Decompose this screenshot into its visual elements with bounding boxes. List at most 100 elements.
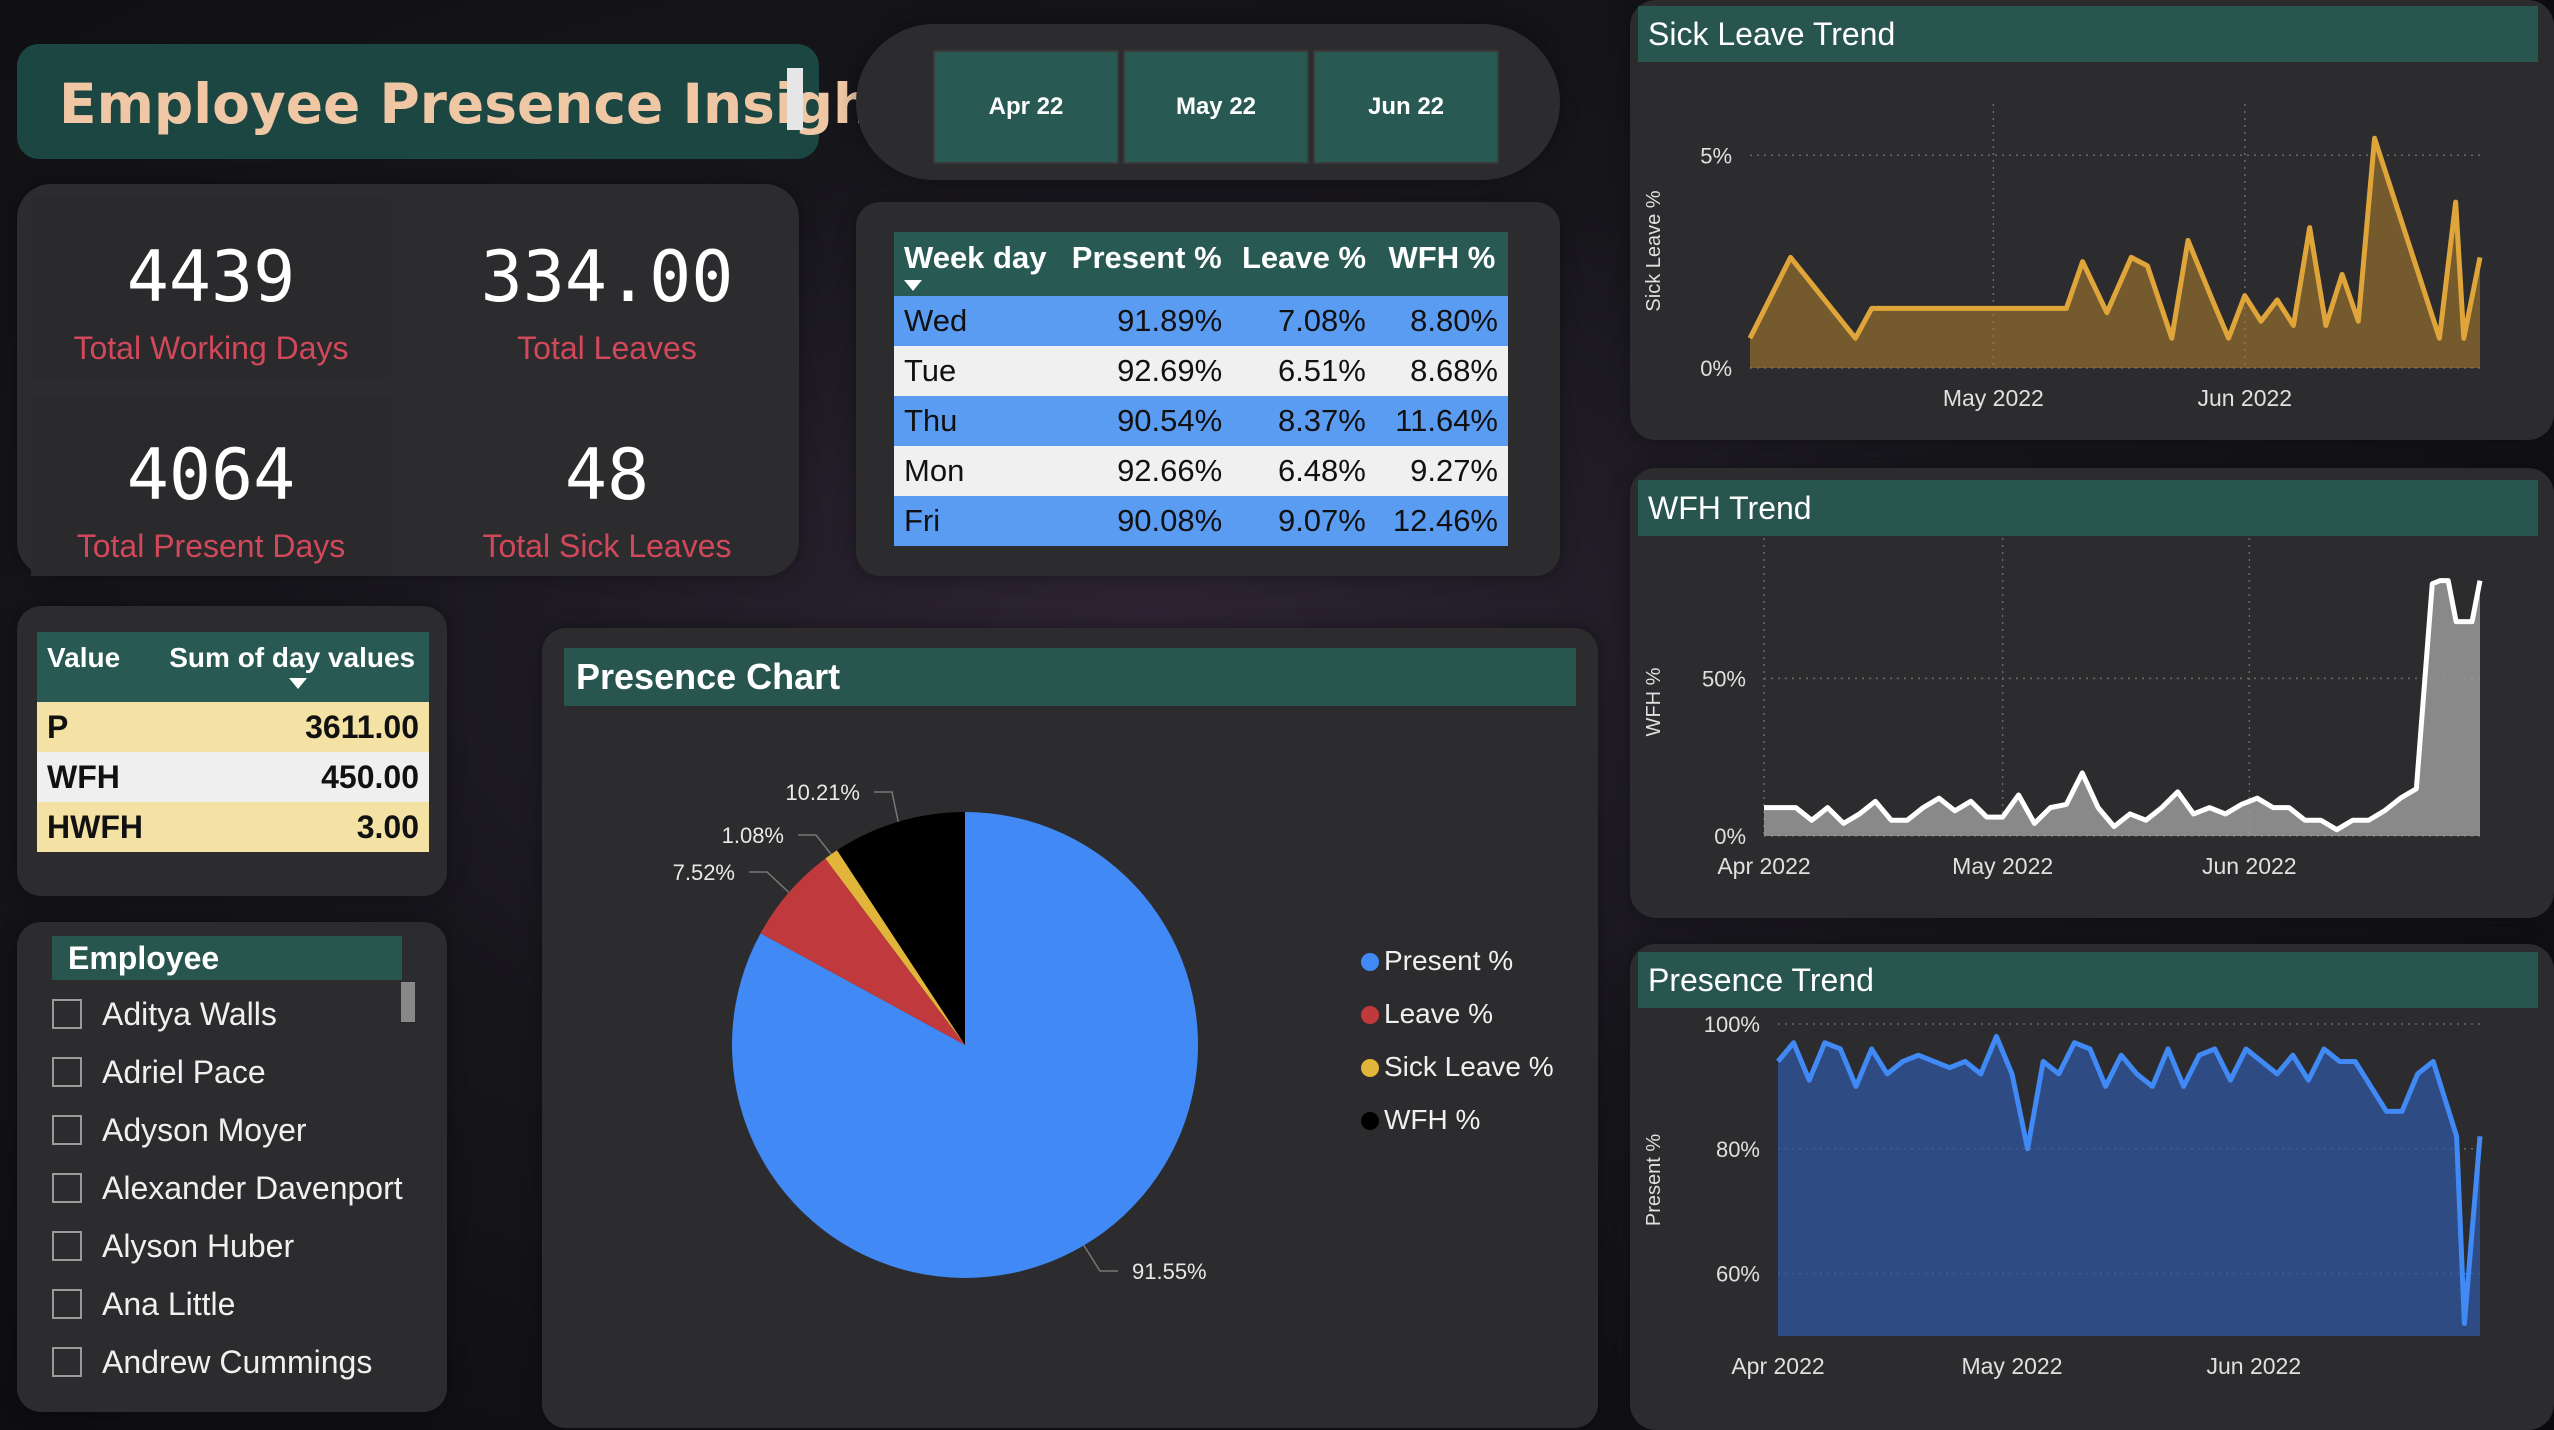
column-header-value[interactable]: Value xyxy=(37,632,160,702)
y-tick-label: 0% xyxy=(1714,824,1746,849)
cell: 8.68% xyxy=(1375,346,1508,396)
checkbox[interactable] xyxy=(52,1115,82,1145)
cell: 91.89% xyxy=(1061,296,1233,346)
date-button-may[interactable]: May 22 xyxy=(1123,50,1309,164)
kpi-label: Total Working Days xyxy=(73,330,349,366)
employee-item[interactable]: Ana Little xyxy=(52,1284,235,1324)
column-header-leave[interactable]: Leave % xyxy=(1232,232,1376,296)
employee-name: Ana Little xyxy=(102,1285,236,1322)
y-tick-label: 50% xyxy=(1702,666,1746,691)
table-row[interactable]: P 3611.00 xyxy=(37,702,429,752)
column-header-weekday[interactable]: Week day xyxy=(894,232,1062,296)
x-tick-label: May 2022 xyxy=(1943,385,2044,411)
x-tick-label: Jun 2022 xyxy=(2197,385,2292,411)
y-axis-title: Sick Leave % xyxy=(1643,190,1665,311)
legend-dot-icon xyxy=(1361,1112,1379,1130)
sick-leave-area-chart: 0% 5% May 2022 Jun 2022 Sick Leave % xyxy=(1643,104,2483,411)
table-row[interactable]: HWFH 3.00 xyxy=(37,802,429,852)
table-row[interactable]: Wed 91.89% 7.08% 8.80% xyxy=(894,296,1508,346)
leader-line xyxy=(798,834,832,855)
column-header-wfh[interactable]: WFH % xyxy=(1375,232,1508,296)
legend-dot-icon xyxy=(1361,1059,1379,1077)
cell: 6.48% xyxy=(1232,446,1376,496)
employee-name: Adyson Moyer xyxy=(102,1111,307,1148)
x-tick-label: May 2022 xyxy=(1952,853,2053,879)
pie-chart: 91.55% 7.52% 1.08%10.21% Present % Leave % Si… xyxy=(673,780,1554,1284)
employee-item[interactable]: Aditya Walls xyxy=(52,994,277,1034)
date-slicer: Apr 22 May 22 Jun 22 xyxy=(856,24,1560,180)
title-accent-bar xyxy=(787,68,803,130)
series-area xyxy=(1778,1036,2480,1336)
weekday-table: Week day Present % Leave % WFH % Wed 91.8… xyxy=(894,232,1508,546)
cell: 450.00 xyxy=(159,752,429,802)
employee-item[interactable]: Adriel Pace xyxy=(52,1052,266,1092)
y-tick-label: 100% xyxy=(1704,1012,1760,1037)
y-tick-label: 60% xyxy=(1716,1262,1760,1287)
table-row[interactable]: Fri 90.08% 9.07% 12.46% xyxy=(894,496,1508,546)
wfh-trend-panel: WFH Trend 0% 50% Apr 2022 May 2022 Jun 2022 W… xyxy=(1630,468,2554,918)
cell: 8.37% xyxy=(1232,396,1376,446)
employee-item[interactable]: Alexander Davenport xyxy=(52,1168,403,1208)
cell: HWFH xyxy=(37,802,160,852)
cell: Mon xyxy=(894,446,1062,496)
employee-name: Alyson Huber xyxy=(102,1227,295,1264)
cell: 9.27% xyxy=(1375,446,1508,496)
checkbox[interactable] xyxy=(52,1057,82,1087)
slicer-header: Employee xyxy=(52,936,402,980)
kpi-label: Total Present Days xyxy=(76,528,346,564)
y-axis-title: Present % xyxy=(1643,1134,1665,1226)
cell: 3.00 xyxy=(159,802,429,852)
kpi-value: 334.00 xyxy=(480,236,734,318)
kpi-value: 4439 xyxy=(126,236,296,318)
table-row[interactable]: Thu 90.54% 8.37% 11.64% xyxy=(894,396,1508,446)
kpi-value: 4064 xyxy=(126,434,296,516)
cell: 11.64% xyxy=(1375,396,1508,446)
cell: Thu xyxy=(894,396,1062,446)
kpi-total-leaves: 334.00 Total Leaves xyxy=(427,198,787,378)
column-header-sum[interactable]: Sum of day values xyxy=(159,632,429,702)
legend-label: Present % xyxy=(1384,945,1513,976)
table-row[interactable]: Tue 92.69% 6.51% 8.68% xyxy=(894,346,1508,396)
employee-item[interactable]: Adyson Moyer xyxy=(52,1110,307,1150)
checkbox[interactable] xyxy=(52,1173,82,1203)
cell: 92.66% xyxy=(1061,446,1233,496)
table-row[interactable]: WFH 450.00 xyxy=(37,752,429,802)
sort-down-icon xyxy=(904,280,922,291)
value-table: Value Sum of day values P 3611.00 WFH 450.… xyxy=(37,632,429,852)
legend-label: Sick Leave % xyxy=(1384,1051,1554,1082)
presence-chart-panel: Presence Chart 91.55% 7.52% 1.08% 10.21% Pre… xyxy=(542,628,1598,1428)
date-button-apr[interactable]: Apr 22 xyxy=(933,50,1119,164)
leader-line xyxy=(1083,1244,1118,1272)
employee-item[interactable]: Andrew Cummings xyxy=(52,1342,372,1382)
kpi-card-group: 4439 Total Working Days 334.00 Total Lea… xyxy=(17,184,799,576)
employee-item[interactable]: Alyson Huber xyxy=(52,1226,294,1266)
value-table-panel: Value Sum of day values P 3611.00 WFH 450.… xyxy=(17,606,447,896)
employee-name: Alexander Davenport xyxy=(102,1169,403,1206)
series-area xyxy=(1764,580,2480,836)
checkbox[interactable] xyxy=(52,1231,82,1261)
kpi-label: Total Sick Leaves xyxy=(482,528,732,564)
employee-name: Adriel Pace xyxy=(102,1053,266,1090)
cell: Wed xyxy=(894,296,1062,346)
legend-label: Leave % xyxy=(1384,998,1493,1029)
employee-name: Andrew Cummings xyxy=(102,1343,373,1380)
kpi-total-sick-leaves: 48 Total Sick Leaves xyxy=(427,396,787,576)
scrollbar-thumb[interactable] xyxy=(401,982,415,1022)
cell: 6.51% xyxy=(1232,346,1376,396)
date-button-jun[interactable]: Jun 22 xyxy=(1313,50,1499,164)
cell: Tue xyxy=(894,346,1062,396)
y-tick-label: 80% xyxy=(1716,1137,1760,1162)
checkbox[interactable] xyxy=(52,1289,82,1319)
table-row[interactable]: Mon 92.66% 6.48% 9.27% xyxy=(894,446,1508,496)
cell: 90.08% xyxy=(1061,496,1233,546)
legend-dot-icon xyxy=(1361,953,1379,971)
series-line xyxy=(1764,578,2483,833)
checkbox[interactable] xyxy=(52,999,82,1029)
sort-down-icon xyxy=(289,678,308,689)
checkbox[interactable] xyxy=(52,1347,82,1377)
kpi-total-present-days: 4064 Total Present Days xyxy=(31,396,391,576)
presence-trend-panel: Presence Trend 60% 80% 100% Apr 2022 May 202… xyxy=(1630,944,2554,1430)
cell: 8.80% xyxy=(1375,296,1508,346)
column-header-present[interactable]: Present % xyxy=(1061,232,1233,296)
y-tick-label: 5% xyxy=(1700,143,1732,168)
